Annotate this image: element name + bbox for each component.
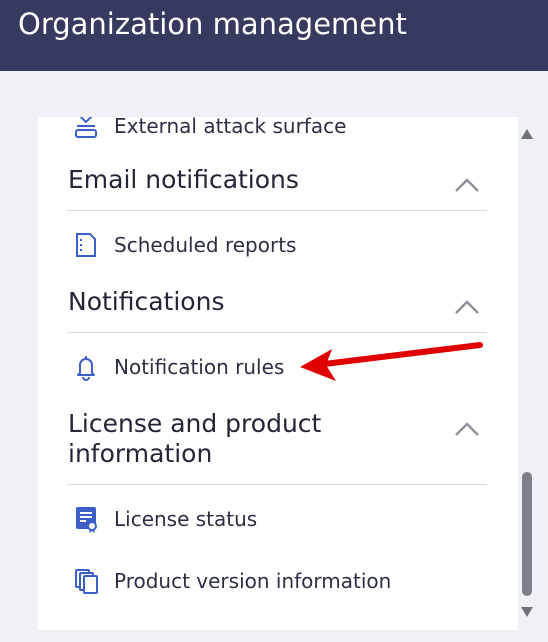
- radar-icon: [75, 117, 97, 138]
- section-title-email-notifications: Email notifications: [68, 165, 299, 194]
- divider: [67, 210, 487, 211]
- page-title: Organization management: [18, 7, 407, 41]
- license-certificate-icon: [76, 507, 97, 533]
- nav-item-product-version-information[interactable]: Product version information: [72, 564, 472, 598]
- nav-item-scheduled-reports[interactable]: Scheduled reports: [72, 228, 472, 262]
- chevron-up-icon[interactable]: [454, 177, 480, 193]
- bell-icon: [77, 356, 95, 381]
- nav-item-external-attack-surface[interactable]: External attack surface: [72, 117, 472, 143]
- divider: [67, 332, 487, 333]
- nav-item-license-status[interactable]: License status: [72, 502, 472, 536]
- divider: [67, 484, 487, 485]
- report-icon: [76, 233, 96, 257]
- nav-item-label: External attack surface: [114, 117, 347, 138]
- scrollbar-thumb[interactable]: [522, 472, 532, 596]
- copies-icon: [75, 569, 98, 594]
- chevron-up-icon[interactable]: [454, 421, 480, 437]
- app-header: Organization management: [0, 0, 548, 71]
- scroll-down-arrow-icon[interactable]: [520, 606, 534, 618]
- nav-item-label: License status: [114, 507, 258, 531]
- annotation-arrow-icon: [300, 342, 483, 381]
- scroll-up-arrow-icon[interactable]: [520, 128, 534, 140]
- section-title-license-and-product-information: License and product information: [68, 409, 322, 468]
- chevron-up-icon[interactable]: [454, 299, 480, 315]
- section-title-notifications: Notifications: [68, 287, 225, 316]
- nav-item-label: Product version information: [114, 569, 392, 593]
- nav-item-label: Scheduled reports: [114, 233, 297, 257]
- nav-item-label: Notification rules: [114, 355, 285, 379]
